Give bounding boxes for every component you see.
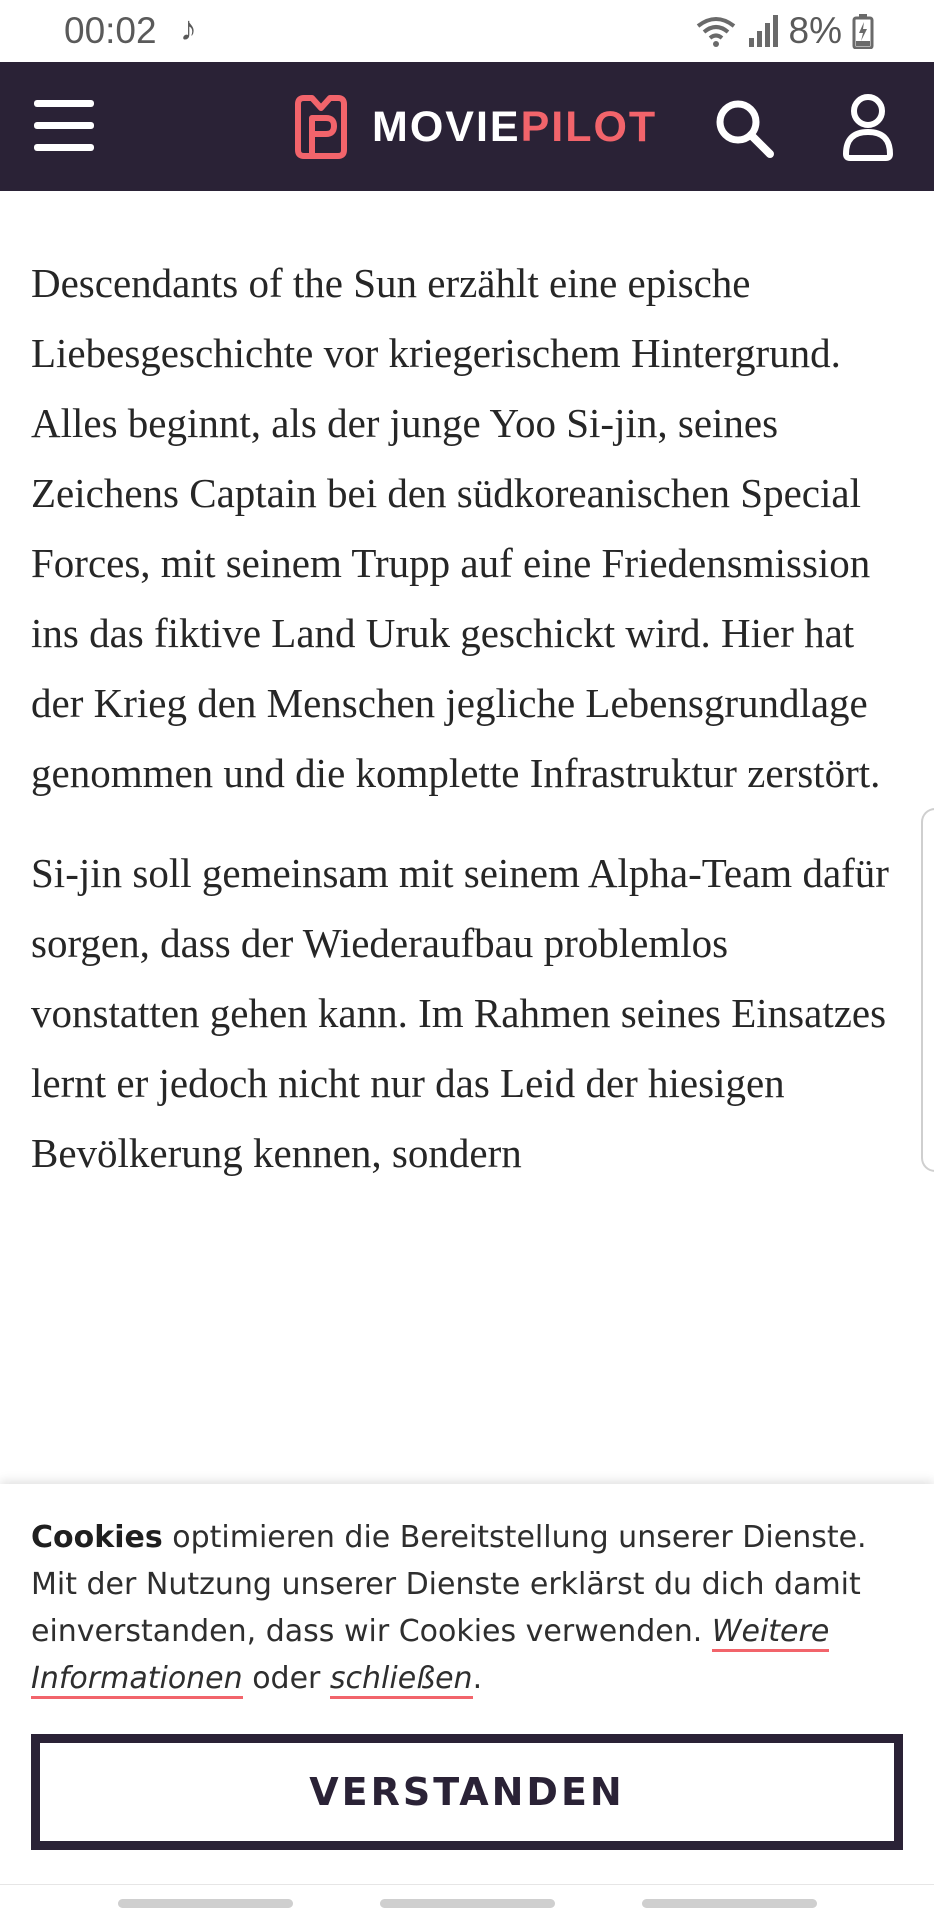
- moviepilot-logo[interactable]: MOVIEPILOT: [290, 92, 657, 162]
- user-icon: [843, 94, 893, 161]
- cookie-title: Cookies: [31, 1520, 163, 1555]
- user-account-button[interactable]: [840, 92, 896, 162]
- wifi-icon: [696, 17, 735, 47]
- nav-back-button[interactable]: [642, 1899, 817, 1908]
- search-icon: [716, 100, 774, 158]
- search-button[interactable]: [712, 96, 776, 160]
- system-nav-bar: [0, 1884, 934, 1921]
- battery-percent: 8%: [788, 10, 842, 51]
- nav-home-button[interactable]: [380, 1899, 555, 1908]
- cookie-notice-text: Cookies optimieren die Bereitstellung un…: [31, 1514, 905, 1702]
- article-paragraph: Si-jin soll gemeinsam mit seinem Alpha-T…: [31, 850, 889, 1176]
- nav-recents-button[interactable]: [118, 1899, 293, 1908]
- article-paragraph: Descendants of the Sun erzählt eine epis…: [31, 260, 881, 796]
- scroll-handle[interactable]: [921, 808, 934, 1172]
- close-link[interactable]: schließen: [329, 1661, 473, 1699]
- cookie-banner: Cookies optimieren die Bereitstellung un…: [0, 1484, 934, 1884]
- accept-cookies-button[interactable]: VERSTANDEN: [31, 1734, 903, 1850]
- moviepilot-logo-icon: [295, 95, 347, 159]
- status-bar: 00:02 ♪ 8%: [0, 0, 934, 62]
- signal-icon: [748, 15, 778, 47]
- logo-text-pilot: PILOT: [520, 102, 658, 151]
- site-header: MOVIEPILOT: [0, 62, 934, 191]
- hamburger-menu-icon[interactable]: [34, 98, 94, 154]
- status-time: 00:02: [64, 10, 157, 51]
- battery-charging-icon: [852, 14, 874, 49]
- logo-text-movie: MOVIE: [372, 102, 521, 151]
- music-note-icon: ♪: [180, 10, 197, 48]
- article-body: Descendants of the Sun erzählt eine epis…: [31, 248, 901, 1188]
